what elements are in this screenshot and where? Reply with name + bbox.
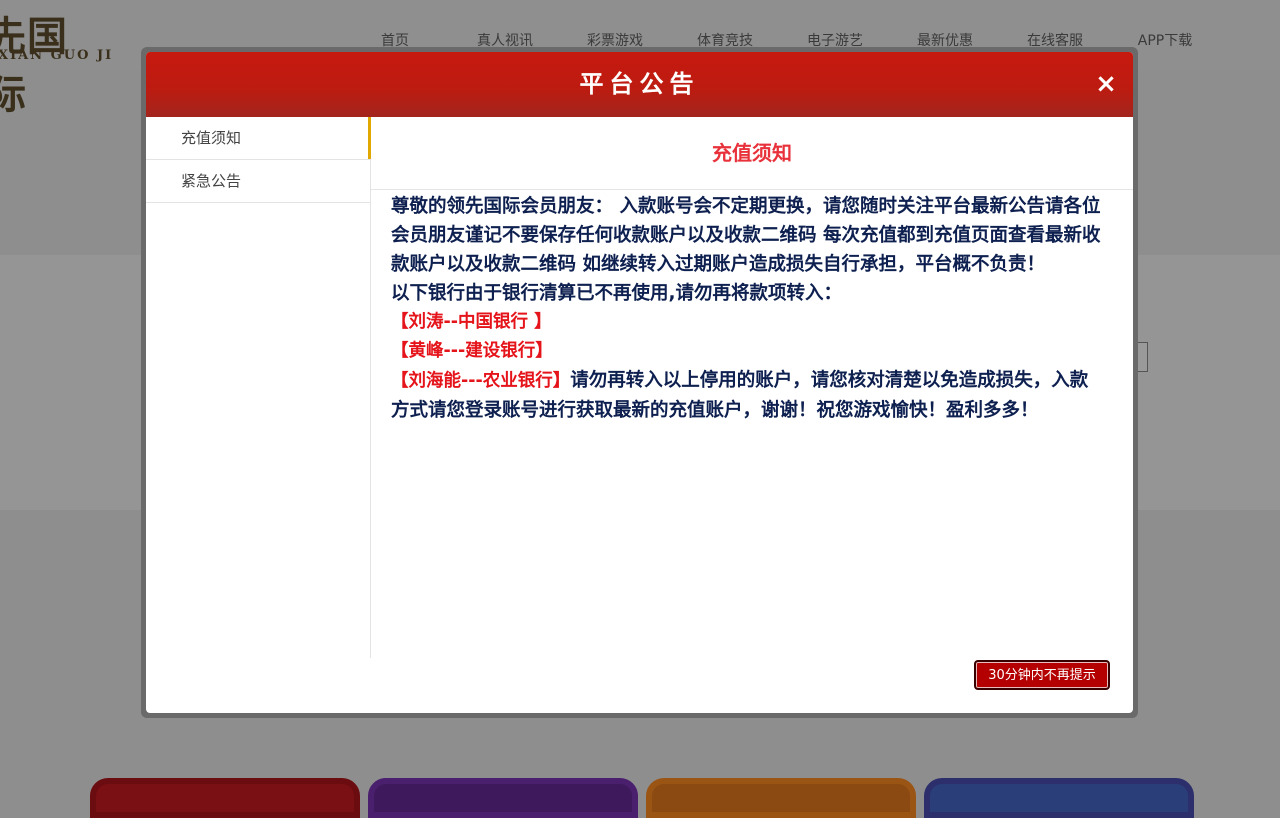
content-body: 尊敬的领先国际会员朋友： 入款账号会不定期更换，请您随时关注平台最新公告请各位会… xyxy=(371,190,1133,425)
site-logo[interactable]: 先国际 XIAN GUO JI xyxy=(0,0,111,118)
modal-header: 平台公告 × xyxy=(146,52,1133,117)
disabled-bank-item: 【刘海能---农业银行】 xyxy=(391,371,571,391)
modal-title: 平台公告 xyxy=(579,70,700,98)
notice-paragraph: 以下银行由于银行清算已不再使用,请勿再将款项转入： xyxy=(391,283,843,304)
logo-text-en: XIAN GUO JI xyxy=(0,48,114,63)
close-icon[interactable]: × xyxy=(1093,70,1119,98)
disabled-bank-item: 【刘涛--中国银行 】 xyxy=(391,312,552,332)
game-card[interactable] xyxy=(924,778,1194,818)
background-game-cards xyxy=(90,778,1194,818)
notice-paragraph: 尊敬的领先国际会员朋友： 入款账号会不定期更换，请您随时关注平台最新公告请各位会… xyxy=(391,196,1101,275)
announcement-modal: 平台公告 × 充值须知 紧急公告 充值须知 尊敬的领先国际会员朋友： 入款账号会… xyxy=(146,52,1133,713)
content-title: 充值须知 xyxy=(371,117,1133,190)
announcement-content: 充值须知 尊敬的领先国际会员朋友： 入款账号会不定期更换，请您随时关注平台最新公… xyxy=(371,117,1133,658)
tab-urgent-notice[interactable]: 紧急公告 xyxy=(146,160,370,203)
game-card[interactable] xyxy=(368,778,638,818)
game-card[interactable] xyxy=(90,778,360,818)
dismiss-30-minutes-button[interactable]: 30分钟内不再提示 xyxy=(974,660,1110,690)
game-card[interactable] xyxy=(646,778,916,818)
tab-recharge-notice[interactable]: 充值须知 xyxy=(146,117,371,160)
disabled-bank-item: 【黄峰---建设银行】 xyxy=(391,341,553,361)
announcement-sidebar: 充值须知 紧急公告 xyxy=(146,117,371,658)
